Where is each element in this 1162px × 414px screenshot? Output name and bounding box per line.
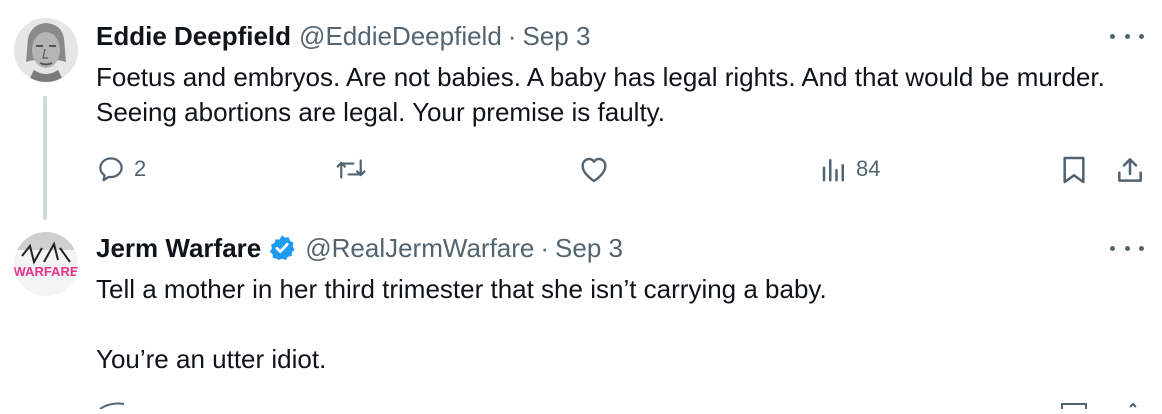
tweet-actions: 2 84 bbox=[0, 150, 1162, 194]
views-count: 84 bbox=[856, 156, 881, 181]
like-icon bbox=[581, 157, 607, 183]
author-name[interactable]: Jerm Warfare bbox=[96, 232, 261, 264]
avatar-eddie[interactable] bbox=[14, 18, 78, 82]
like-button[interactable] bbox=[578, 154, 610, 184]
retweet-button[interactable] bbox=[334, 154, 368, 184]
tweet-text: Foetus and embryos. Are not babies. A ba… bbox=[96, 62, 1105, 127]
retweet-icon bbox=[336, 159, 366, 179]
tweet-header: Jerm Warfare @RealJermWarfare · Sep 3 bbox=[96, 232, 623, 264]
tweet-date[interactable]: Sep 3 bbox=[555, 232, 623, 264]
avatar-portrait-icon bbox=[14, 18, 78, 82]
tweet-text-line-2: You’re an utter idiot. bbox=[96, 344, 327, 374]
verified-badge-icon[interactable] bbox=[267, 233, 297, 263]
separator-dot: · bbox=[540, 233, 550, 263]
tweet-header: Eddie Deepfield @EddieDeepfield · Sep 3 bbox=[96, 20, 590, 52]
tweet-text-line-1: Tell a mother in her third trimester tha… bbox=[96, 274, 827, 304]
reply-count: 2 bbox=[134, 156, 147, 181]
share-button[interactable] bbox=[1114, 154, 1146, 186]
author-handle[interactable]: @EddieDeepfield bbox=[299, 20, 502, 52]
reply-button[interactable]: 2 bbox=[96, 154, 146, 184]
avatar-warfare-logo-icon: WARFARE bbox=[14, 232, 78, 296]
share-icon bbox=[1118, 158, 1142, 182]
tweet-jerm[interactable]: WARFARE Jerm Warfare @RealJermWarfare · … bbox=[0, 220, 1162, 406]
bookmark-button[interactable] bbox=[1060, 154, 1088, 186]
next-actions-peek bbox=[0, 396, 1162, 410]
avatar-logo-text: WARFARE bbox=[14, 264, 78, 279]
views-button[interactable]: 84 bbox=[820, 154, 880, 184]
bookmark-icon bbox=[1063, 156, 1085, 184]
avatar-jerm[interactable]: WARFARE bbox=[14, 232, 78, 296]
tweet-eddie[interactable]: Eddie Deepfield @EddieDeepfield · Sep 3 … bbox=[0, 0, 1162, 220]
author-name[interactable]: Eddie Deepfield bbox=[96, 20, 291, 52]
more-icon[interactable] bbox=[1110, 26, 1144, 46]
author-handle[interactable]: @RealJermWarfare bbox=[305, 232, 534, 264]
views-icon bbox=[822, 159, 844, 182]
tweet-date[interactable]: Sep 3 bbox=[522, 20, 590, 52]
more-icon[interactable] bbox=[1110, 238, 1144, 258]
reply-icon bbox=[99, 157, 123, 182]
separator-dot: · bbox=[507, 21, 517, 51]
